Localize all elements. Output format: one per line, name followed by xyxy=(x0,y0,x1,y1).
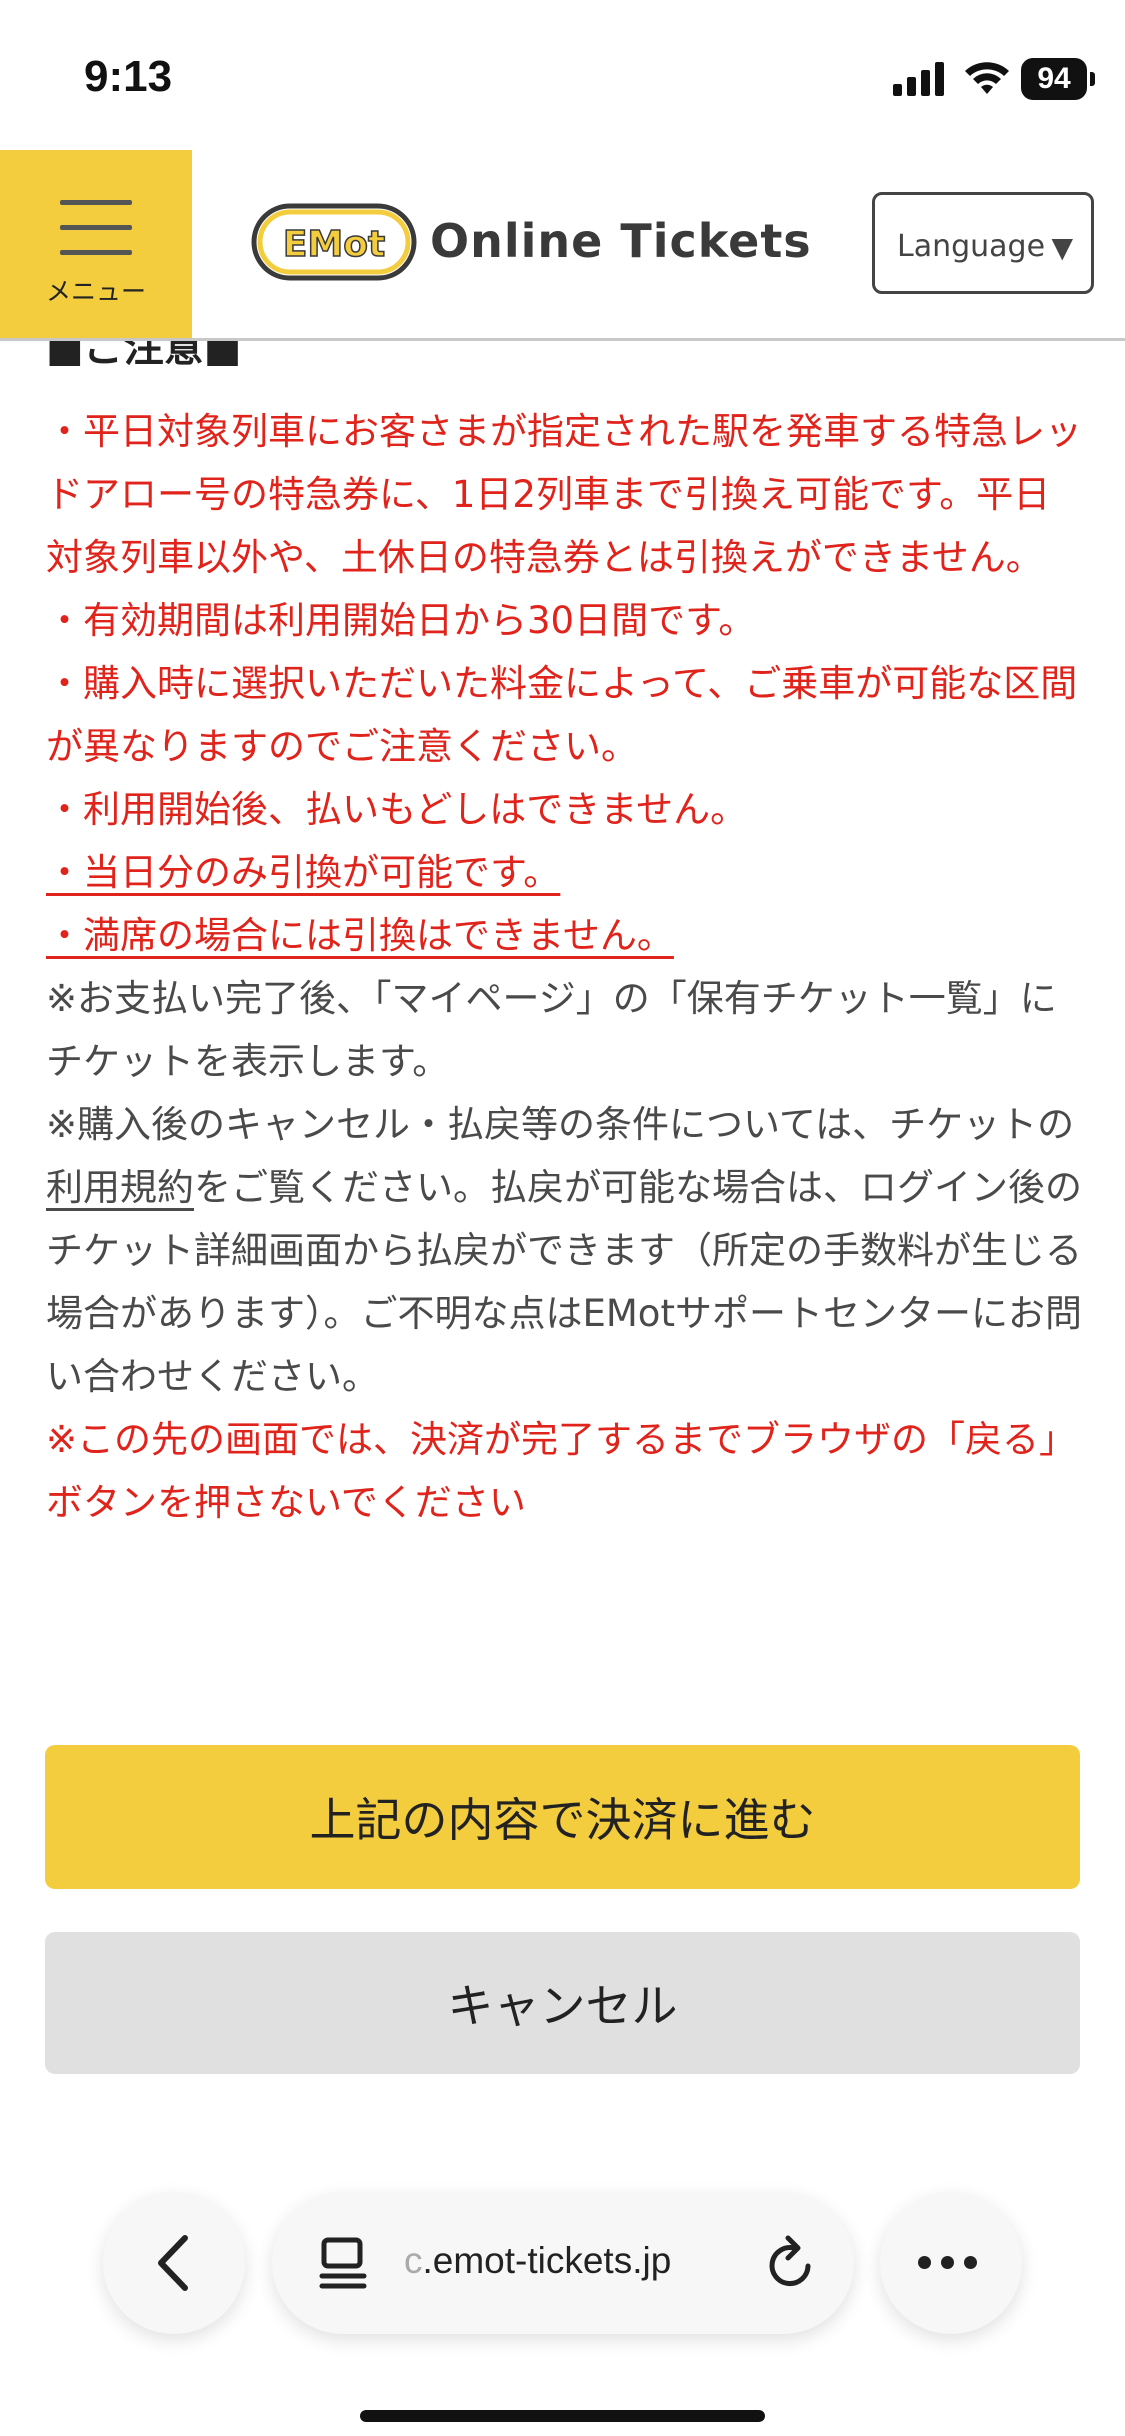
browser-back-button[interactable] xyxy=(103,2192,245,2334)
notice-content: ・平日対象列車にお客さまが指定された駅を発車する特急レッドアロー号の特急券に、1… xyxy=(46,400,1086,1534)
more-options-button[interactable] xyxy=(880,2192,1022,2334)
notice-line-underlined: ・当日分のみ引換が可能です。 xyxy=(46,851,561,894)
svg-text:EMot: EMot xyxy=(283,224,385,265)
note-cancel-policy: ※購入後のキャンセル・払戻等の条件については、チケットの利用規約をご覧ください。… xyxy=(46,1103,1082,1398)
emot-logo[interactable]: EMot xyxy=(250,202,420,282)
proceed-payment-button[interactable]: 上記の内容で決済に進む xyxy=(45,1745,1080,1889)
notice-line: ・購入時に選択いただいた料金によって、ご乗車が可能な区間が異なりますのでご注意く… xyxy=(46,662,1078,768)
menu-button[interactable]: メニュー xyxy=(0,150,192,338)
language-label: Language xyxy=(897,229,1046,264)
reload-icon[interactable] xyxy=(764,2234,818,2292)
status-time: 9:13 xyxy=(84,52,173,101)
site-header: メニュー EMot Online Tickets Language ▼ xyxy=(0,150,1125,341)
url-text: c.emot-tickets.jp xyxy=(404,2240,672,2281)
cancel-button[interactable]: キャンセル xyxy=(45,1932,1080,2074)
cellular-signal-icon xyxy=(893,62,944,96)
wifi-icon xyxy=(965,62,1009,94)
hamburger-icon xyxy=(60,200,132,275)
more-dots-icon xyxy=(918,2254,987,2273)
notice-line: ・利用開始後、払いもどしはできません。 xyxy=(46,788,748,831)
caret-down-icon: ▼ xyxy=(1051,231,1073,264)
language-select[interactable]: Language ▼ xyxy=(872,192,1094,294)
menu-label: メニュー xyxy=(45,277,146,306)
note-display: ※お支払い完了後、「マイページ」の「保有チケット一覧」にチケットを表示します。 xyxy=(46,977,1057,1083)
brand-name: Online Tickets xyxy=(430,214,812,268)
notice-line: ・平日対象列車にお客さまが指定された駅を発車する特急レッドアロー号の特急券に、1… xyxy=(46,410,1082,579)
home-indicator xyxy=(360,2410,765,2422)
notice-line-underlined: ・満席の場合には引換はできません。 xyxy=(46,914,674,957)
warning-back-button: ※この先の画面では、決済が完了するまでブラウザの「戻る」ボタンを押さないでくださ… xyxy=(46,1418,1077,1524)
battery-icon: 94 xyxy=(1021,58,1095,100)
notice-line: ・有効期間は利用開始日から30日間です。 xyxy=(46,599,756,642)
terms-link[interactable]: 利用規約 xyxy=(46,1166,194,1209)
page-menu-icon[interactable] xyxy=(318,2236,368,2290)
status-bar: 9:13 94 xyxy=(0,0,1125,150)
chevron-left-icon xyxy=(158,2235,188,2291)
address-bar[interactable]: c.emot-tickets.jp xyxy=(272,2192,854,2334)
